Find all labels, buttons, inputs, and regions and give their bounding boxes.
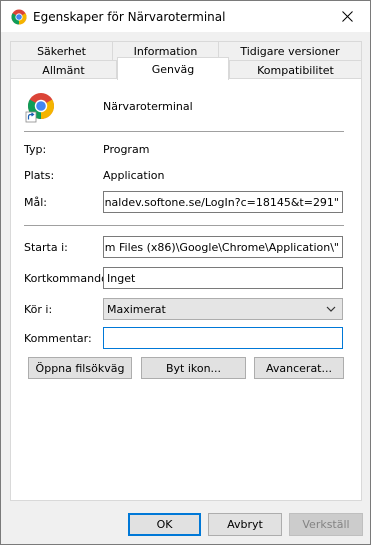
hotkey-label: Kortkommando: [24,272,112,285]
shortcut-name: Närvaroterminal [103,100,193,113]
divider [24,131,344,132]
tab-allmant[interactable]: Allmänt [10,60,117,79]
apply-button[interactable]: Verkställ [289,513,363,536]
location-label: Plats: [24,169,55,182]
button-label: OK [156,518,173,531]
start-in-field[interactable]: Program Files (x86)\Google\Chrome\Applic… [103,236,343,258]
tab-label: Säkerhet [37,45,86,58]
close-button[interactable] [325,1,370,32]
button-label: Verkställ [302,518,350,531]
button-label: Avancerat... [266,361,332,375]
comment-field[interactable] [103,327,343,349]
tab-kompatibilitet[interactable]: Kompatibilitet [229,60,362,79]
hotkey-value: Inget [107,271,136,285]
divider [24,225,344,226]
tab-tidigare-versioner[interactable]: Tidigare versioner [218,41,362,61]
chevron-down-icon [326,306,336,312]
hotkey-field[interactable]: Inget [103,267,343,289]
button-label: Öppna filsökväg [35,361,125,375]
run-label: Kör i: [24,303,53,316]
tab-label: Kompatibilitet [257,63,334,77]
run-select[interactable]: Maximerat [103,298,343,320]
type-label: Typ: [24,143,47,156]
window-title: Egenskaper för Närvaroterminal [33,10,226,24]
button-label: Byt ikon... [165,361,222,375]
app-shortcut-icon [25,93,55,123]
change-icon-button[interactable]: Byt ikon... [141,357,246,379]
open-location-button[interactable]: Öppna filsökväg [28,357,132,379]
type-value: Program [103,143,150,156]
target-label: Mål: [24,196,47,209]
tab-label: Genväg [151,62,195,76]
start-in-value: Program Files (x86)\Google\Chrome\Applic… [104,240,339,254]
target-field[interactable]: //terminaldev.softone.se/LogIn?c=18145&t… [103,191,343,213]
ok-button[interactable]: OK [128,513,201,536]
tab-label: Tidigare versioner [240,45,340,58]
button-label: Avbryt [227,518,263,531]
tab-sakerhet[interactable]: Säkerhet [10,41,113,61]
cancel-button[interactable]: Avbryt [208,513,282,536]
location-value: Application [103,169,165,182]
comment-label: Kommentar: [24,332,92,345]
target-value: //terminaldev.softone.se/LogIn?c=18145&t… [104,195,339,209]
tab-genvag[interactable]: Genväg [117,57,229,80]
tab-label: Allmänt [42,63,85,77]
properties-dialog: Egenskaper för Närvaroterminal Säkerhet … [0,0,371,545]
close-icon [342,11,353,22]
chrome-icon [11,9,27,25]
shortcut-panel: Närvaroterminal Typ: Program Plats: Appl… [10,78,362,501]
advanced-button[interactable]: Avancerat... [254,357,344,379]
title-bar: Egenskaper för Närvaroterminal [1,1,370,32]
start-in-label: Starta i: [24,241,68,254]
run-value: Maximerat [107,302,166,316]
